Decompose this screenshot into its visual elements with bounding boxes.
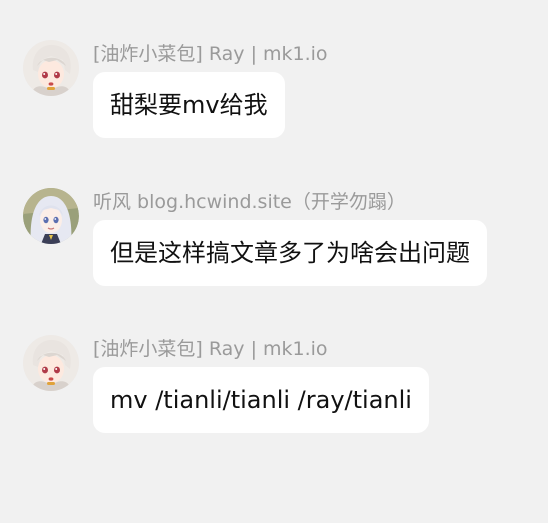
avatar[interactable] [23,40,79,96]
message-bubble[interactable]: 但是这样搞文章多了为啥会出问题 [93,220,487,286]
message-bubble[interactable]: mv /tianli/tianli /ray/tianli [93,367,429,433]
chat-view: [油炸小菜包] Ray | mk1.io 甜梨要mv给我 听风 blog.hcw… [0,0,548,523]
message-bubble[interactable]: 甜梨要mv给我 [93,72,285,138]
sender-name: [油炸小菜包] Ray | mk1.io [93,338,328,360]
sender-name: [油炸小菜包] Ray | mk1.io [93,43,328,65]
anime-girl-white-hair-avatar-icon [23,335,79,391]
avatar[interactable] [23,335,79,391]
avatar[interactable] [23,188,79,244]
anime-girl-white-hair-avatar-icon [23,40,79,96]
anime-girl-silver-hair-avatar-icon [23,188,79,244]
sender-name: 听风 blog.hcwind.site（开学勿蹋） [93,191,406,213]
